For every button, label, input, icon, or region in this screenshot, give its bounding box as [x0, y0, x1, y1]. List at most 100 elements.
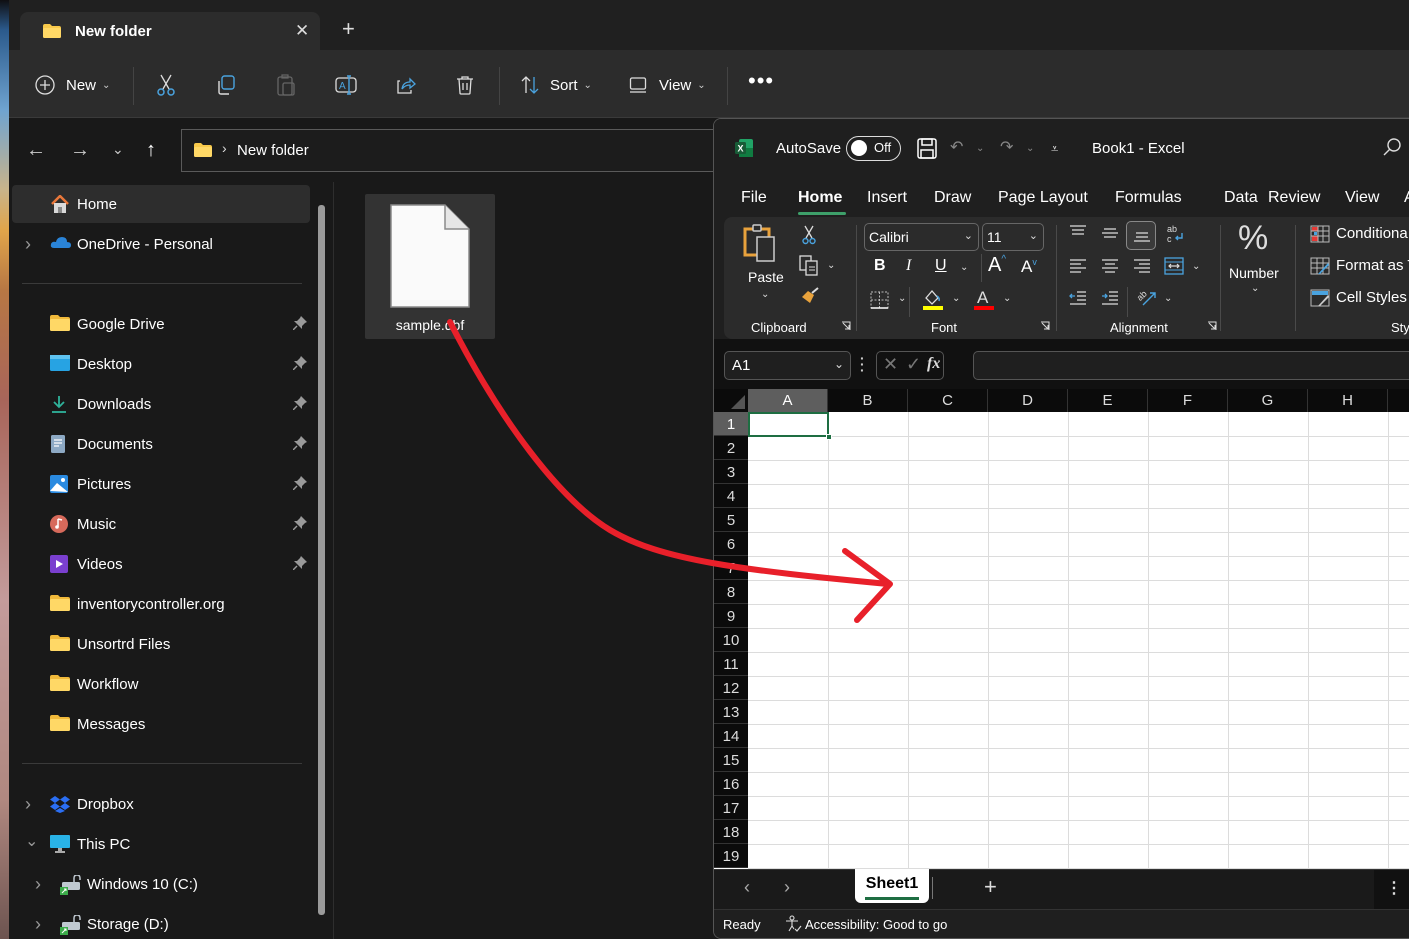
address-bar[interactable]: › New folder	[181, 129, 741, 172]
forward-button[interactable]: →	[70, 140, 90, 160]
sidebar-item[interactable]: Google Drive	[12, 305, 310, 343]
conditional-formatting-label[interactable]: Conditiona	[1336, 225, 1408, 242]
column-header[interactable]: D	[988, 389, 1068, 412]
expand-chevron-icon[interactable]: ›	[35, 874, 41, 895]
format-painter-icon[interactable]	[800, 287, 820, 305]
chevron-down-icon[interactable]: ⌄	[898, 293, 906, 304]
formula-input[interactable]	[973, 351, 1409, 380]
next-sheet-icon[interactable]: ›	[784, 877, 790, 898]
ribbon-tab[interactable]: Home	[798, 189, 842, 207]
enter-icon[interactable]: ✓	[906, 354, 921, 375]
new-tab-button[interactable]: +	[342, 18, 355, 40]
align-middle-icon[interactable]	[1101, 227, 1119, 241]
row-header[interactable]: 19	[714, 844, 748, 868]
cancel-icon[interactable]: ✕	[883, 354, 898, 375]
sort-button[interactable]: Sort ⌄	[520, 72, 592, 98]
ribbon-tab[interactable]: Insert	[867, 189, 907, 207]
worksheet-grid[interactable]: A B C D E F G H 1 2 3 4 5 6 7 8 9 10 11 12 13 14 15 16 17 18 19	[714, 389, 1409, 869]
close-tab-icon[interactable]: ✕	[295, 21, 309, 41]
align-right-icon[interactable]	[1133, 259, 1151, 275]
column-header[interactable]: H	[1308, 389, 1388, 412]
ribbon-tab[interactable]: Page Layout	[998, 189, 1088, 207]
ribbon-tab[interactable]: Data	[1224, 189, 1258, 207]
column-header[interactable]: G	[1228, 389, 1308, 412]
collapse-chevron-icon[interactable]: ⌄	[25, 831, 38, 851]
autosave-toggle[interactable]: Off	[846, 136, 901, 161]
fill-handle[interactable]	[826, 434, 832, 440]
chevron-down-icon[interactable]: ⌄	[960, 262, 968, 273]
format-as-table-label[interactable]: Format as T	[1336, 257, 1409, 274]
percent-icon[interactable]: %	[1238, 219, 1268, 258]
row-header[interactable]: 8	[714, 580, 748, 604]
rename-button[interactable]: A	[335, 72, 357, 98]
row-header[interactable]: 1	[714, 412, 748, 436]
sidebar-item[interactable]: Documents	[12, 425, 310, 463]
redo-dropdown-icon[interactable]: ⌄	[1026, 143, 1034, 154]
conditional-formatting-icon[interactable]	[1310, 225, 1330, 243]
sidebar-item[interactable]: Workflow	[12, 665, 310, 703]
format-as-table-icon[interactable]	[1310, 257, 1330, 275]
expand-chevron-icon[interactable]: ›	[35, 914, 41, 935]
sidebar-item[interactable]: ⌄ This PC	[12, 825, 310, 863]
increase-indent-icon[interactable]	[1101, 291, 1119, 307]
chevron-down-icon[interactable]: ⌄	[1164, 293, 1172, 304]
dialog-launcher-icon[interactable]	[1207, 321, 1217, 331]
share-button[interactable]	[396, 72, 416, 98]
undo-dropdown-icon[interactable]: ⌄	[976, 143, 984, 154]
cell-styles-icon[interactable]	[1310, 289, 1330, 307]
copy-button[interactable]	[216, 72, 236, 98]
expand-chevron-icon[interactable]: ›	[25, 234, 31, 255]
align-center-icon[interactable]	[1101, 259, 1119, 275]
decrease-indent-icon[interactable]	[1069, 291, 1087, 307]
ribbon-tab[interactable]: Review	[1268, 189, 1320, 207]
italic-icon[interactable]: I	[906, 257, 911, 275]
decrease-font-size-icon[interactable]: Av	[1021, 257, 1037, 277]
back-button[interactable]: ←	[26, 140, 46, 160]
row-header[interactable]: 7	[714, 556, 748, 580]
column-header[interactable]: F	[1148, 389, 1228, 412]
column-header[interactable]: B	[828, 389, 908, 412]
row-header[interactable]: 10	[714, 628, 748, 652]
column-header[interactable]	[1388, 389, 1409, 412]
previous-sheet-icon[interactable]: ‹	[744, 877, 750, 898]
chevron-down-icon[interactable]: ⌄	[952, 293, 960, 304]
column-header[interactable]: A	[748, 389, 828, 412]
row-header[interactable]: 3	[714, 460, 748, 484]
row-header[interactable]: 18	[714, 820, 748, 844]
align-left-icon[interactable]	[1069, 259, 1087, 275]
more-options-icon[interactable]: ⋮	[1386, 878, 1402, 898]
paste-button[interactable]	[276, 72, 296, 98]
sheet-tab[interactable]: Sheet1	[855, 869, 929, 903]
sidebar-item[interactable]: › Dropbox	[12, 785, 310, 823]
undo-icon[interactable]: ↶	[950, 137, 963, 157]
row-header[interactable]: 5	[714, 508, 748, 532]
ribbon-tab[interactable]: View	[1345, 189, 1379, 207]
row-header[interactable]: 14	[714, 724, 748, 748]
sidebar-item[interactable]: Unsortrd Files	[12, 625, 310, 663]
chevron-down-icon[interactable]: ⌄	[1192, 261, 1200, 272]
row-header[interactable]: 13	[714, 700, 748, 724]
sidebar-item[interactable]: Desktop	[12, 345, 310, 383]
row-header[interactable]: 9	[714, 604, 748, 628]
fill-color-icon[interactable]	[922, 287, 944, 311]
recent-locations-button[interactable]: ⌄	[112, 142, 124, 156]
save-icon[interactable]	[917, 138, 937, 159]
cut-icon[interactable]	[802, 225, 816, 245]
wrap-text-icon[interactable]: abc	[1165, 223, 1185, 245]
file-item[interactable]: sample.dbf	[365, 194, 495, 339]
chevron-down-icon[interactable]: ⌄	[827, 260, 835, 271]
row-header[interactable]: 17	[714, 796, 748, 820]
chevron-down-icon[interactable]: ⌄	[761, 289, 769, 300]
underline-icon[interactable]: U	[935, 257, 947, 275]
dialog-launcher-icon[interactable]	[1040, 321, 1050, 331]
sidebar-item[interactable]: Messages	[12, 705, 310, 743]
orientation-icon[interactable]: ab	[1135, 287, 1157, 307]
insert-function-icon[interactable]: fx	[927, 355, 940, 373]
sidebar-item[interactable]: inventorycontroller.org	[12, 585, 310, 623]
chevron-down-icon[interactable]: ⌄	[1251, 283, 1259, 294]
sidebar-item[interactable]: Pictures	[12, 465, 310, 503]
increase-font-size-icon[interactable]: A^	[988, 254, 1006, 277]
font-name-dropdown[interactable]: Calibri ⌄	[864, 223, 979, 251]
accessibility-status[interactable]: Accessibility: Good to go	[805, 917, 947, 932]
name-box[interactable]: A1 ⌄	[724, 351, 851, 380]
